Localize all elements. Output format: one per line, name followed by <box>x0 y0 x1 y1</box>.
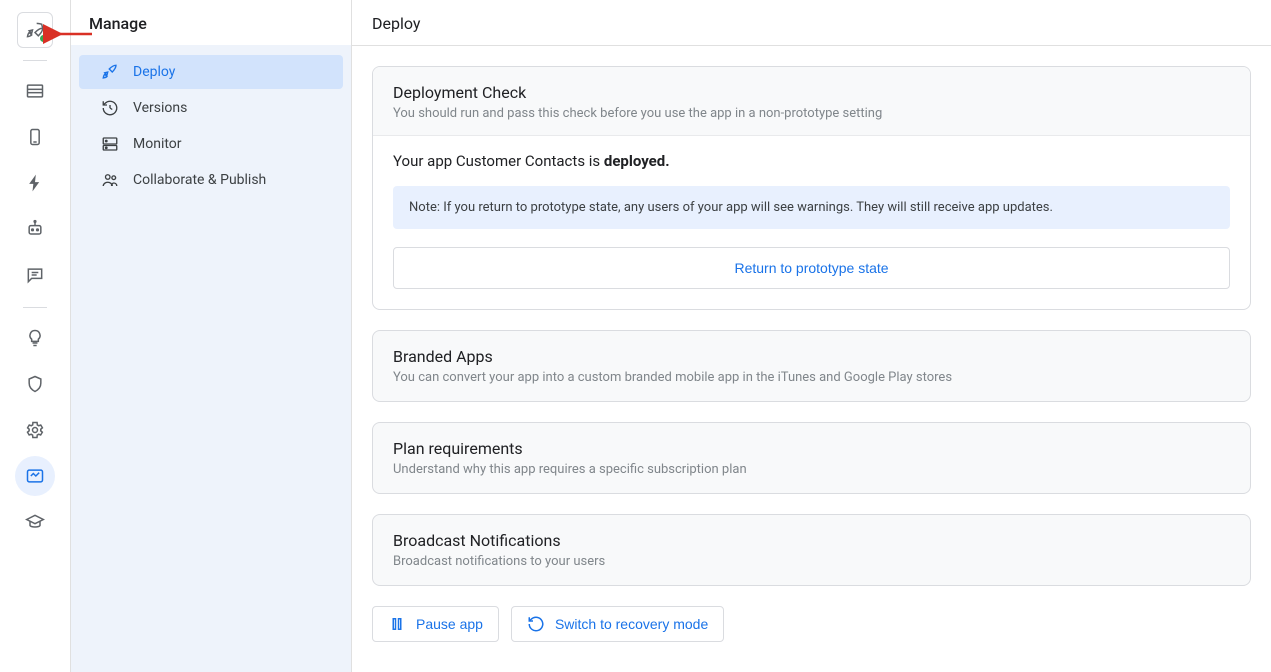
users-icon <box>101 171 119 189</box>
deployment-check-card: Deployment Check You should run and pass… <box>372 66 1251 310</box>
phone-icon <box>25 127 45 147</box>
sidebar-item-monitor[interactable]: Monitor <box>79 127 343 161</box>
card-subtitle: You should run and pass this check befor… <box>393 106 1230 121</box>
rail-divider <box>23 60 47 61</box>
lightbulb-icon <box>25 328 45 348</box>
robot-icon <box>25 219 45 239</box>
monitor-icon <box>101 135 119 153</box>
return-to-prototype-button[interactable]: Return to prototype state <box>393 247 1230 289</box>
plan-requirements-card[interactable]: Plan requirements Understand why this ap… <box>372 422 1251 494</box>
card-subtitle: You can convert your app into a custom b… <box>393 370 1230 385</box>
gear-icon <box>25 420 45 440</box>
rocket-icon <box>101 63 119 81</box>
bolt-icon <box>25 173 45 193</box>
rail-settings-button[interactable] <box>15 410 55 450</box>
sidebar-item-versions[interactable]: Versions <box>79 91 343 125</box>
prototype-warning-note: Note: If you return to prototype state, … <box>393 186 1230 229</box>
table-icon <box>25 81 45 101</box>
history-icon <box>101 99 119 117</box>
sidebar-item-label: Deploy <box>133 64 325 80</box>
pause-app-button[interactable]: Pause app <box>372 606 499 642</box>
icon-rail <box>0 0 71 672</box>
pause-icon <box>388 615 406 633</box>
status-dot-icon <box>39 34 48 43</box>
button-label: Switch to recovery mode <box>555 616 708 632</box>
broadcast-notifications-card[interactable]: Broadcast Notifications Broadcast notifi… <box>372 514 1251 586</box>
rail-divider <box>23 307 47 308</box>
rail-automation-button[interactable] <box>15 209 55 249</box>
rail-data-button[interactable] <box>15 71 55 111</box>
sidebar-item-label: Versions <box>133 100 325 116</box>
sub-sidebar-title: Manage <box>71 0 351 45</box>
sidebar-item-deploy[interactable]: Deploy <box>79 55 343 89</box>
card-title: Deployment Check <box>393 83 1230 102</box>
chat-icon <box>25 265 45 285</box>
manage-icon <box>25 466 45 486</box>
button-label: Pause app <box>416 616 483 632</box>
recovery-mode-button[interactable]: Switch to recovery mode <box>511 606 724 642</box>
card-title: Broadcast Notifications <box>393 531 1230 550</box>
main-area: Deploy Deployment Check You should run a… <box>352 0 1271 672</box>
rail-views-button[interactable] <box>15 117 55 157</box>
sub-sidebar: Manage Deploy Versions Monitor Collabora… <box>71 0 352 672</box>
recovery-icon <box>527 615 545 633</box>
card-title: Branded Apps <box>393 347 1230 366</box>
rail-intelligence-button[interactable] <box>15 318 55 358</box>
deployment-status-text: Your app Customer Contacts is deployed. <box>393 152 1230 170</box>
card-title: Plan requirements <box>393 439 1230 458</box>
rail-security-button[interactable] <box>15 364 55 404</box>
sidebar-item-label: Collaborate & Publish <box>133 172 325 188</box>
sidebar-item-label: Monitor <box>133 136 325 152</box>
action-row: Pause app Switch to recovery mode <box>372 606 1251 642</box>
shield-icon <box>25 374 45 394</box>
rail-manage-button[interactable] <box>15 456 55 496</box>
page-title: Deploy <box>352 0 1271 46</box>
rail-actions-button[interactable] <box>15 163 55 203</box>
branded-apps-card[interactable]: Branded Apps You can convert your app in… <box>372 330 1251 402</box>
card-subtitle: Broadcast notifications to your users <box>393 554 1230 569</box>
sidebar-item-collaborate[interactable]: Collaborate & Publish <box>79 163 343 197</box>
card-subtitle: Understand why this app requires a speci… <box>393 462 1230 477</box>
graduation-cap-icon <box>25 512 45 532</box>
rail-app-status-button[interactable] <box>17 12 53 48</box>
rail-learn-button[interactable] <box>15 502 55 542</box>
rail-chat-button[interactable] <box>15 255 55 295</box>
